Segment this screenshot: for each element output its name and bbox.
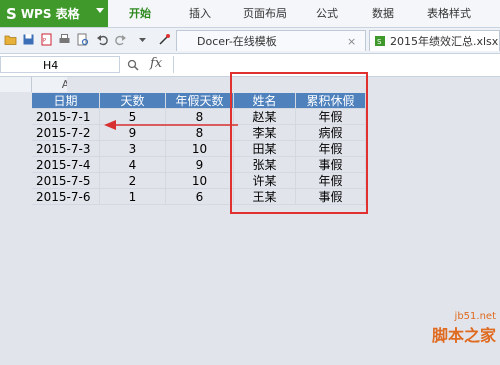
print-preview-icon[interactable]	[76, 33, 89, 46]
table-cell-days[interactable]: 1	[100, 189, 166, 205]
svg-text:P: P	[43, 38, 46, 44]
wps-logo-icon: S	[6, 4, 17, 23]
menu-table-style[interactable]: 表格样式	[427, 0, 471, 27]
close-tab-icon[interactable]: ×	[347, 31, 356, 52]
table-cell-annual-days[interactable]: 6	[166, 189, 234, 205]
redo-icon[interactable]	[114, 33, 127, 46]
header-cell-annual-days[interactable]: 年假天数	[166, 93, 234, 109]
header-cell-days[interactable]: 天数	[100, 93, 166, 109]
tab-workbook-label: 2015年绩效汇总.xlsx	[390, 35, 499, 48]
print-icon[interactable]	[58, 33, 71, 46]
search-function-icon[interactable]	[127, 59, 139, 71]
name-box-value: H4	[43, 59, 59, 72]
insert-function-button[interactable]: fx	[150, 56, 162, 71]
spreadsheet-file-icon: S	[375, 36, 385, 46]
table-cell-date[interactable]: 2015-7-5	[32, 173, 100, 189]
header-cell-date[interactable]: 日期	[32, 93, 100, 109]
table-cell-annual-days[interactable]: 10	[166, 173, 234, 189]
menu-formulas[interactable]: 公式	[316, 0, 338, 27]
menu-data[interactable]: 数据	[372, 0, 394, 27]
table-cell-date[interactable]: 2015-7-2	[32, 125, 100, 141]
table-cell-annual-days[interactable]: 10	[166, 141, 234, 157]
wps-logo-menu[interactable]: S WPS 表格	[0, 0, 108, 27]
watermark-site: jb51.net	[454, 311, 496, 322]
menu-home[interactable]: 开始	[129, 0, 151, 27]
table-cell-days[interactable]: 3	[100, 141, 166, 157]
table-cell-days[interactable]: 4	[100, 157, 166, 173]
table-cell-date[interactable]: 2015-7-3	[32, 141, 100, 157]
tab-docer-templates[interactable]: Docer-在线模板 ×	[176, 30, 366, 51]
menu-page-layout[interactable]: 页面布局	[243, 0, 287, 27]
export-pdf-icon[interactable]: P	[40, 33, 53, 46]
open-folder-icon[interactable]	[4, 33, 17, 46]
table-cell-date[interactable]: 2015-7-1	[32, 109, 100, 125]
app-title: WPS 表格	[20, 7, 80, 21]
menu-insert[interactable]: 插入	[189, 0, 211, 27]
tab-docer-label: Docer-在线模板	[197, 35, 277, 48]
table-cell-date[interactable]: 2015-7-6	[32, 189, 100, 205]
docer-icon	[159, 34, 170, 45]
quick-access-toolbar: P Docer-在线模板 × S 2015年绩效汇总.xlsx	[0, 28, 500, 54]
red-arrow-icon	[104, 120, 238, 130]
highlight-box	[230, 72, 368, 214]
name-box[interactable]: H4	[0, 56, 120, 73]
undo-icon[interactable]	[96, 33, 109, 46]
svg-text:S: S	[377, 38, 382, 46]
tab-workbook[interactable]: S 2015年绩效汇总.xlsx	[369, 30, 500, 51]
watermark: jb51.net 脚本之家	[432, 311, 496, 346]
watermark-brand: 脚本之家	[431, 326, 496, 345]
table-cell-annual-days[interactable]: 9	[166, 157, 234, 173]
top-menu-bar: S WPS 表格 开始 插入 页面布局 公式 数据 表格样式	[0, 0, 500, 28]
chevron-down-icon	[96, 8, 104, 13]
formula-input[interactable]	[173, 56, 500, 73]
table-cell-days[interactable]: 2	[100, 173, 166, 189]
save-icon[interactable]	[22, 33, 35, 46]
customize-toolbar-icon[interactable]	[136, 33, 149, 46]
table-cell-date[interactable]: 2015-7-4	[32, 157, 100, 173]
